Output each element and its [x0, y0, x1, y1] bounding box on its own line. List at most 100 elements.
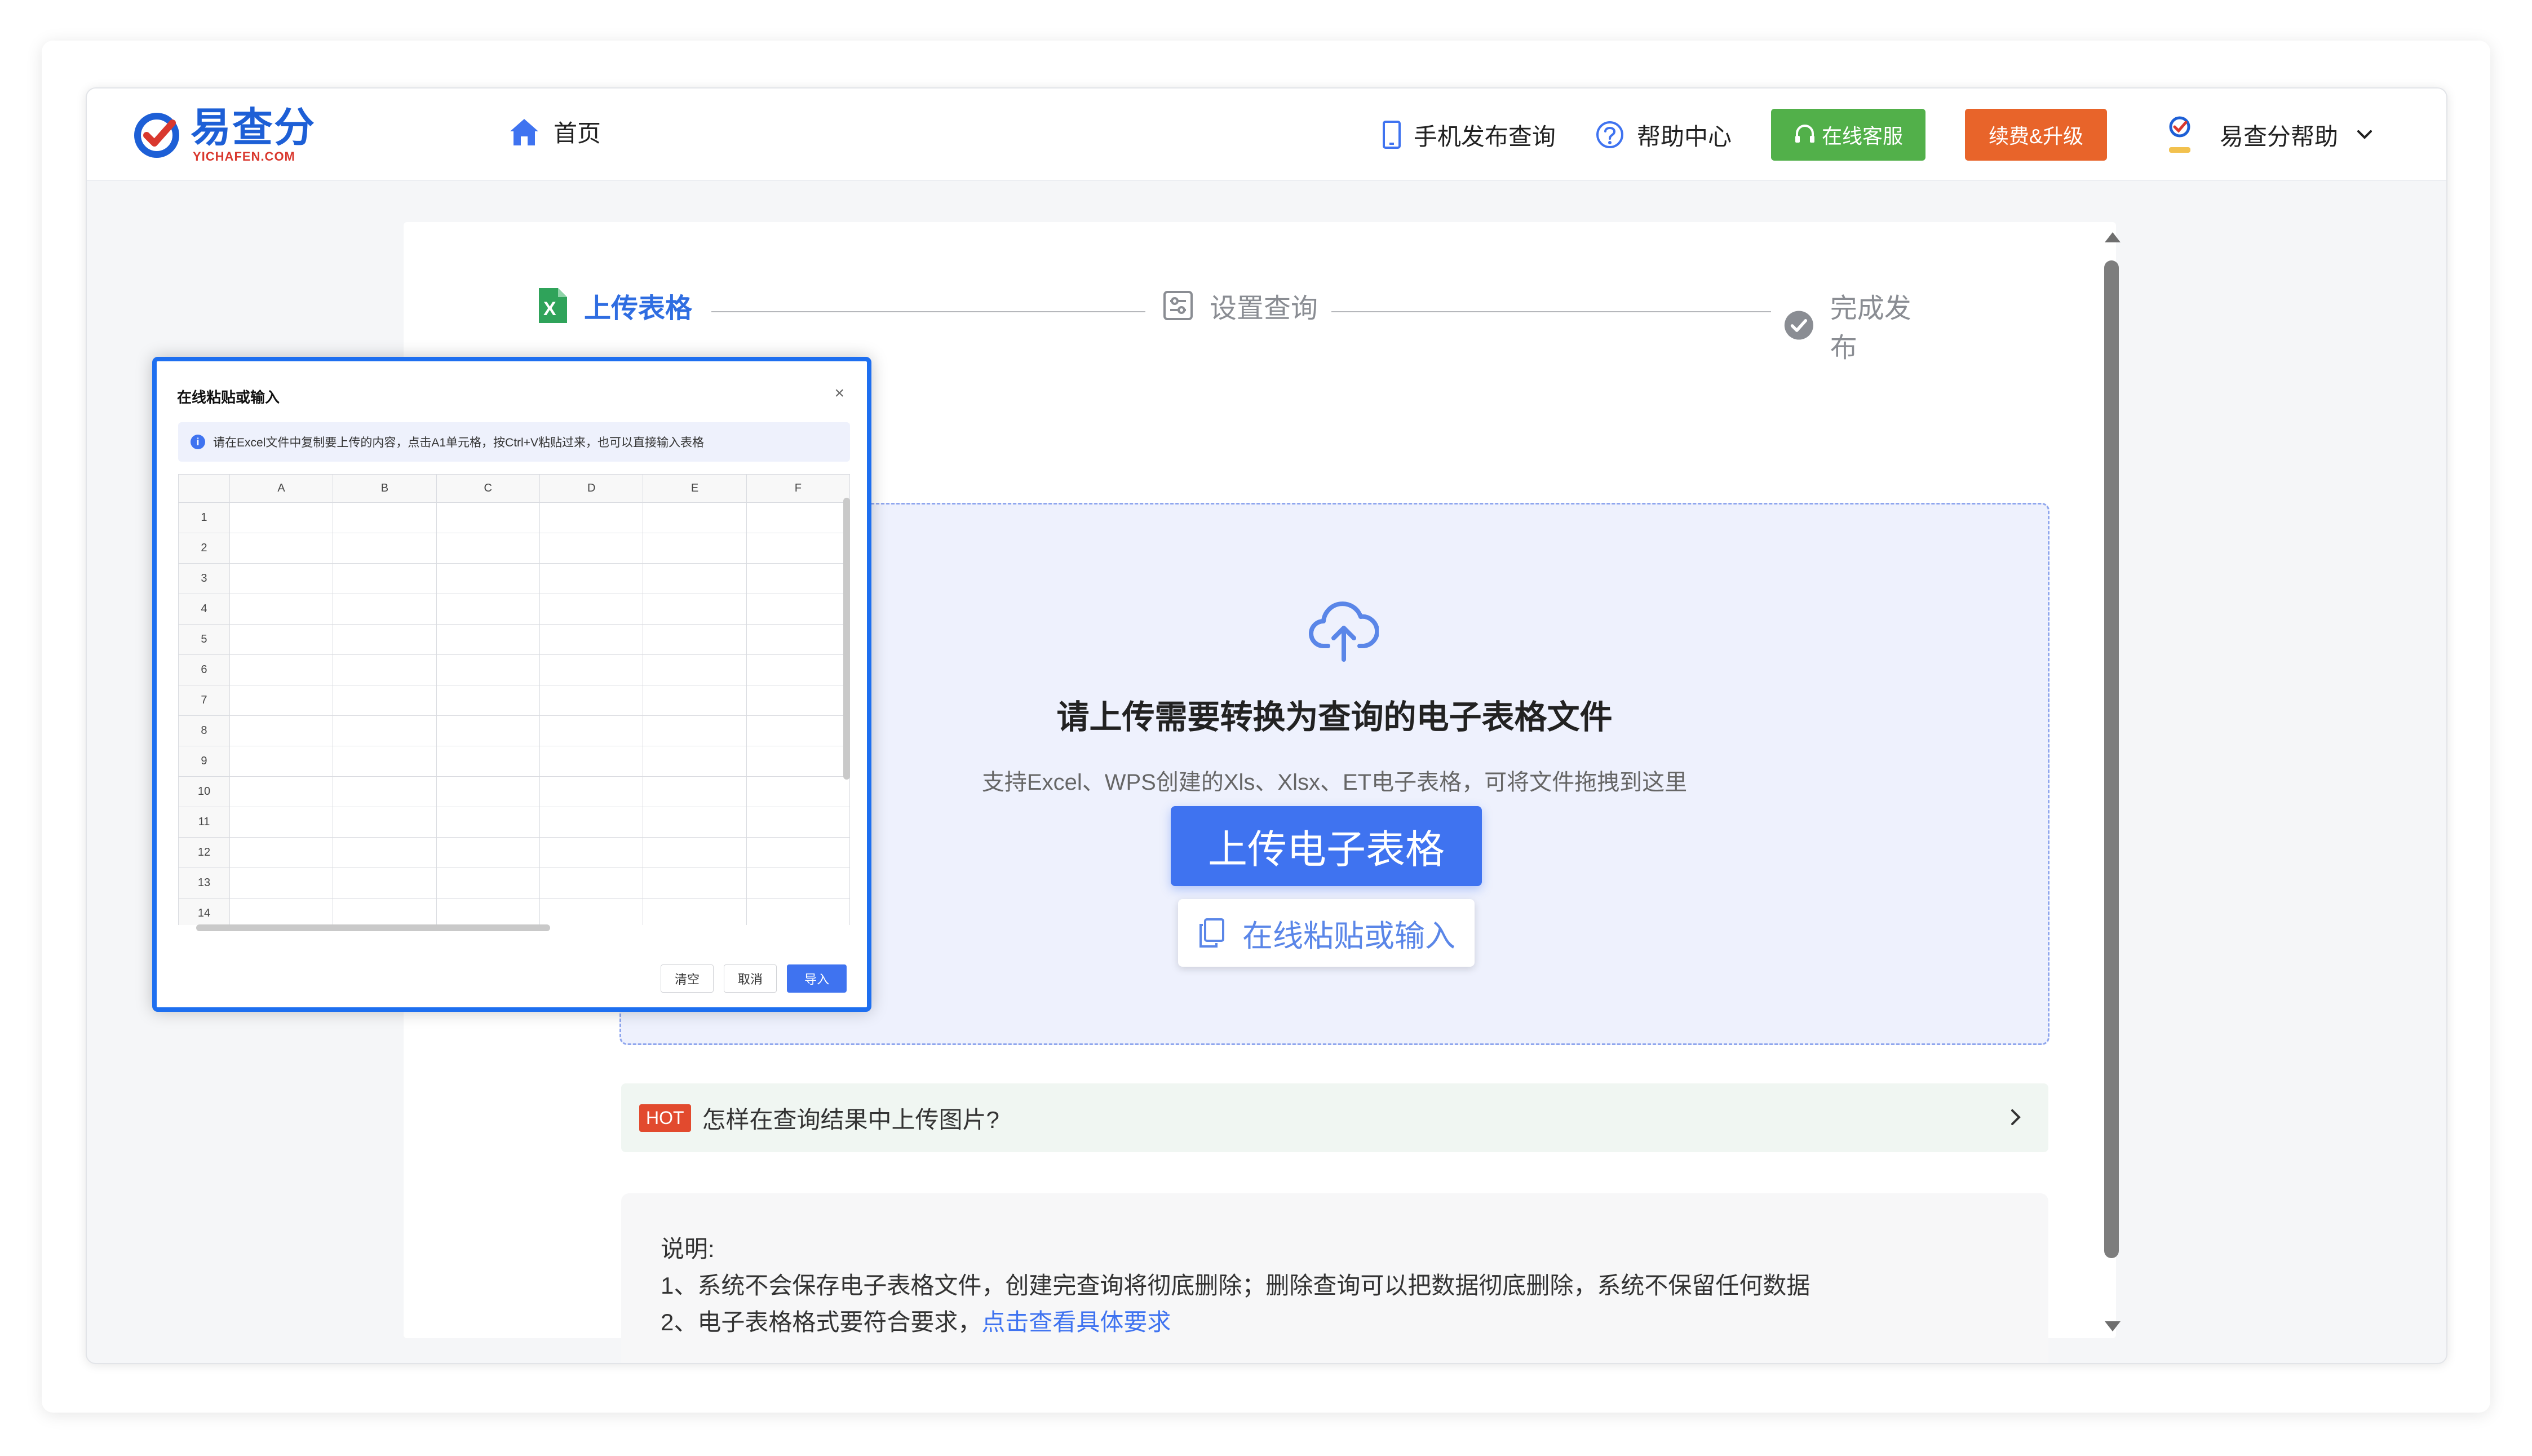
grid-cell[interactable]	[333, 502, 437, 533]
grid-cell[interactable]	[539, 837, 644, 868]
grid-cell[interactable]	[746, 776, 850, 807]
grid-cell[interactable]	[333, 533, 437, 564]
grid-cell[interactable]	[643, 776, 747, 807]
row-number[interactable]: 11	[178, 807, 230, 838]
grid-cell[interactable]	[643, 807, 747, 838]
grid-cell[interactable]	[539, 776, 644, 807]
grid-cell[interactable]	[229, 502, 334, 533]
import-button[interactable]: 导入	[786, 964, 847, 993]
scroll-down-arrow-icon[interactable]	[2105, 1321, 2121, 1331]
column-header[interactable]: E	[643, 474, 747, 503]
grid-cell[interactable]	[746, 624, 850, 655]
grid-cell[interactable]	[229, 624, 334, 655]
grid-cell[interactable]	[436, 868, 540, 899]
grid-cell[interactable]	[333, 807, 437, 838]
grid-cell[interactable]	[333, 746, 437, 777]
grid-cell[interactable]	[539, 654, 644, 685]
grid-cell[interactable]	[539, 898, 644, 925]
grid-cell[interactable]	[436, 563, 540, 594]
row-number[interactable]: 9	[178, 746, 230, 777]
grid-cell[interactable]	[746, 502, 850, 533]
row-number[interactable]: 13	[178, 868, 230, 899]
grid-cell[interactable]	[746, 533, 850, 564]
row-number[interactable]: 8	[178, 715, 230, 746]
grid-cell[interactable]	[643, 685, 747, 716]
grid-cell[interactable]	[229, 654, 334, 685]
grid-cell[interactable]	[436, 898, 540, 925]
column-header[interactable]: C	[436, 474, 540, 503]
grid-cell[interactable]	[436, 776, 540, 807]
grid-cell[interactable]	[229, 685, 334, 716]
nav-mobile-publish[interactable]: 手机发布查询	[1382, 118, 1556, 152]
grid-cell[interactable]	[436, 807, 540, 838]
grid-cell[interactable]	[333, 685, 437, 716]
grid-cell[interactable]	[333, 898, 437, 925]
grid-cell[interactable]	[333, 715, 437, 746]
grid-cell[interactable]	[539, 594, 644, 625]
grid-cell[interactable]	[333, 624, 437, 655]
logo[interactable]: 易查分 YICHAFEN.COM	[132, 104, 316, 166]
grid-cell[interactable]	[229, 837, 334, 868]
grid-cell[interactable]	[643, 837, 747, 868]
grid-cell[interactable]	[539, 715, 644, 746]
row-number[interactable]: 10	[178, 776, 230, 807]
row-number[interactable]: 1	[178, 502, 230, 533]
grid-cell[interactable]	[333, 837, 437, 868]
online-service-button[interactable]: 在线客服	[1770, 109, 1925, 161]
grid-cell[interactable]	[539, 533, 644, 564]
grid-cell[interactable]	[746, 654, 850, 685]
grid-cell[interactable]	[643, 624, 747, 655]
grid-cell[interactable]	[333, 654, 437, 685]
grid-cell[interactable]	[539, 624, 644, 655]
grid-cell[interactable]	[643, 654, 747, 685]
grid-cell[interactable]	[436, 502, 540, 533]
grid-cell[interactable]	[333, 776, 437, 807]
upload-spreadsheet-button[interactable]: 上传电子表格	[1171, 806, 1482, 886]
row-number[interactable]: 3	[178, 563, 230, 594]
grid-cell[interactable]	[229, 563, 334, 594]
grid-cell[interactable]	[436, 746, 540, 777]
row-number[interactable]: 5	[178, 624, 230, 655]
grid-cell[interactable]	[436, 594, 540, 625]
column-header[interactable]: F	[746, 474, 850, 503]
column-header[interactable]: B	[333, 474, 437, 503]
grid-cell[interactable]	[229, 807, 334, 838]
column-header[interactable]: A	[229, 474, 334, 503]
row-number[interactable]: 6	[178, 654, 230, 685]
grid-cell[interactable]	[643, 898, 747, 925]
grid-cell[interactable]	[436, 837, 540, 868]
paste-input-button[interactable]: 在线粘贴或输入	[1178, 899, 1475, 967]
row-number[interactable]: 7	[178, 685, 230, 716]
grid-cell[interactable]	[229, 868, 334, 899]
close-icon[interactable]: ×	[834, 384, 844, 403]
grid-cell[interactable]	[643, 715, 747, 746]
grid-cell[interactable]	[746, 685, 850, 716]
page-scrollbar[interactable]	[2100, 232, 2121, 1331]
grid-cell[interactable]	[333, 868, 437, 899]
grid-cell[interactable]	[539, 868, 644, 899]
grid-cell[interactable]	[229, 533, 334, 564]
grid-cell[interactable]	[643, 563, 747, 594]
cancel-button[interactable]: 取消	[723, 964, 777, 993]
grid-cell[interactable]	[539, 807, 644, 838]
grid-cell[interactable]	[436, 715, 540, 746]
spreadsheet-grid[interactable]: ABCDEF 1 2 3 4 5 6 7 8 9 10 11 12 13 14	[178, 474, 850, 925]
grid-cell[interactable]	[746, 715, 850, 746]
format-requirements-link[interactable]: 点击查看具体要求	[981, 1309, 1171, 1335]
grid-cell[interactable]	[746, 898, 850, 925]
renew-upgrade-button[interactable]: 续费&升级	[1964, 109, 2107, 161]
grid-cell[interactable]	[436, 685, 540, 716]
scroll-up-arrow-icon[interactable]	[2105, 232, 2121, 242]
grid-cell[interactable]	[746, 746, 850, 777]
grid-cell[interactable]	[643, 502, 747, 533]
row-number[interactable]: 2	[178, 533, 230, 564]
grid-cell[interactable]	[746, 563, 850, 594]
grid-cell[interactable]	[229, 594, 334, 625]
row-number[interactable]: 4	[178, 594, 230, 625]
grid-cell[interactable]	[229, 746, 334, 777]
grid-cell[interactable]	[539, 685, 644, 716]
nav-help-center[interactable]: 帮助中心	[1595, 118, 1732, 152]
column-header[interactable]: D	[539, 474, 644, 503]
user-menu[interactable]: 易查分帮助	[2163, 114, 2373, 155]
clear-button[interactable]: 清空	[660, 964, 714, 993]
